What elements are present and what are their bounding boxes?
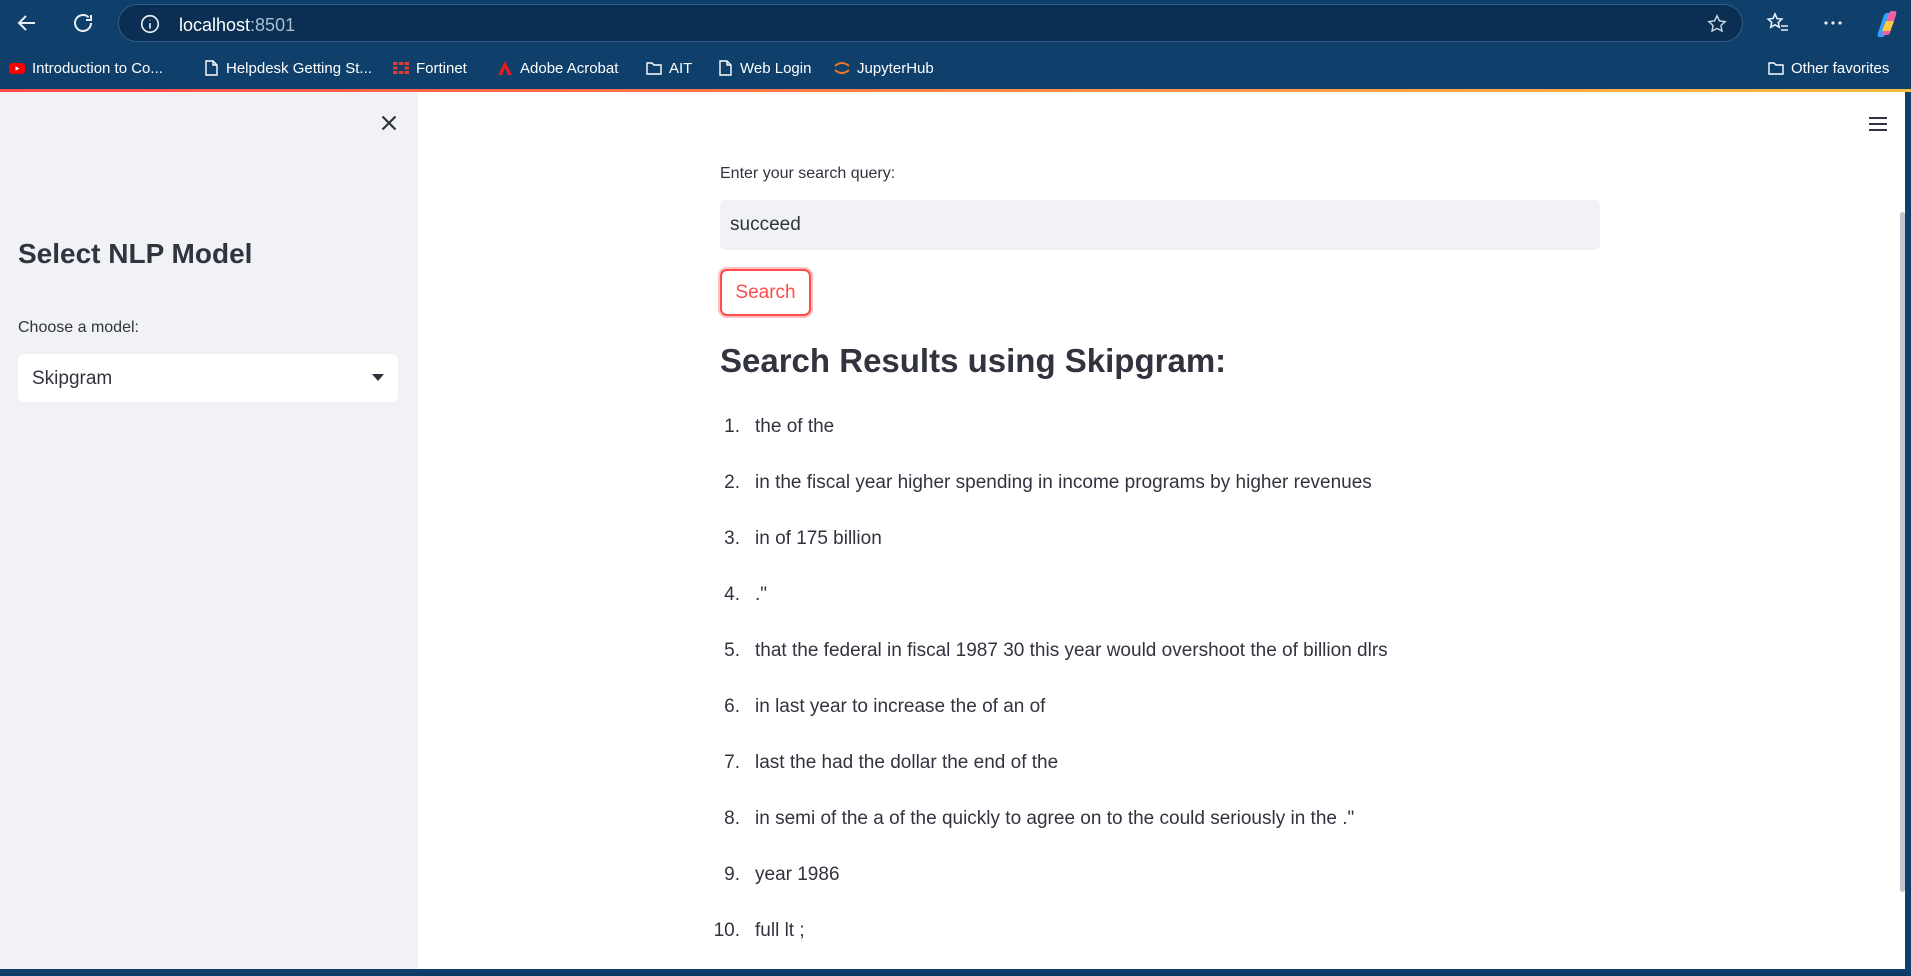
model-select[interactable]: Skipgram: [18, 354, 398, 402]
list-item-number: 10.: [713, 920, 740, 941]
list-item: 2. in the fiscal year higher spending in …: [720, 472, 1600, 528]
list-item-text: year 1986: [755, 864, 840, 885]
list-item: 7. last the had the dollar the end of the: [720, 752, 1600, 808]
list-item: 4. .": [720, 584, 1600, 640]
list-item-text: .": [755, 584, 768, 605]
folder-icon: [1767, 59, 1785, 77]
list-item-number: 7.: [724, 752, 740, 773]
list-item-text: that the federal in fiscal 1987 30 this …: [755, 640, 1388, 661]
list-item-number: 4.: [724, 584, 740, 605]
copilot-icon[interactable]: [1872, 9, 1902, 39]
window-frame-right: [1905, 92, 1911, 973]
list-item: 6. in last year to increase the of an of: [720, 696, 1600, 752]
folder-icon: [645, 59, 663, 77]
sidebar: Select NLP Model Choose a model: Skipgra…: [0, 92, 418, 969]
page-icon: [202, 59, 220, 77]
refresh-icon[interactable]: [66, 6, 100, 40]
bookmark-item[interactable]: Adobe Acrobat: [496, 56, 618, 80]
list-item-text: in the fiscal year higher spending in in…: [755, 472, 1372, 493]
bookmark-item[interactable]: Fortinet: [392, 56, 467, 80]
back-icon[interactable]: [10, 6, 44, 40]
list-item-number: 9.: [724, 864, 740, 885]
jupyter-icon: [833, 59, 851, 77]
site-info-icon[interactable]: [139, 13, 161, 35]
list-item-number: 1.: [724, 416, 740, 437]
results-title: Search Results using Skipgram:: [720, 342, 1227, 379]
list-item-number: 6.: [724, 696, 740, 717]
close-sidebar-icon[interactable]: [376, 110, 402, 136]
list-item: 8. in semi of the a of the quickly to agr…: [720, 808, 1600, 864]
favorite-star-icon[interactable]: [1706, 13, 1728, 35]
bookmarks-bar: Introduction to Co... Helpdesk Getting S…: [0, 52, 1911, 84]
results-list: 1. the of the 2. in the fiscal year higher…: [714, 416, 1600, 976]
list-item-number: 2.: [724, 472, 740, 493]
acrobat-icon: [496, 59, 514, 77]
menu-icon[interactable]: [1866, 112, 1890, 136]
list-item-text: last the had the dollar the end of the: [755, 752, 1059, 773]
list-item-number: 8.: [724, 808, 740, 829]
list-item-text: in of 175 billion: [755, 528, 882, 549]
favorites-icon[interactable]: [1763, 8, 1793, 38]
model-select-value: Skipgram: [32, 368, 113, 389]
bookmark-item[interactable]: Helpdesk Getting St...: [202, 56, 372, 80]
list-item: 3. in of 175 billion: [720, 528, 1600, 584]
search-query-label: Enter your search query:: [720, 165, 896, 182]
bookmark-item[interactable]: AIT: [645, 56, 692, 80]
list-item-text: in last year to increase the of an of: [755, 696, 1046, 717]
streamlit-app: Select NLP Model Choose a model: Skipgra…: [0, 92, 1905, 969]
youtube-icon: [8, 59, 26, 77]
list-item-number: 3.: [724, 528, 740, 549]
bookmark-item[interactable]: JupyterHub: [833, 56, 934, 80]
list-item-text: the of the: [755, 416, 835, 437]
url-text: localhost:8501: [179, 15, 296, 35]
bookmark-item[interactable]: Introduction to Co...: [8, 56, 163, 80]
browser-toolbar: localhost:8501: [0, 0, 1911, 45]
fortinet-icon: [392, 59, 410, 77]
page-icon: [716, 59, 734, 77]
model-select-label: Choose a model:: [18, 319, 139, 336]
list-item-text: full lt ;: [755, 920, 805, 941]
address-bar[interactable]: localhost:8501: [118, 4, 1743, 42]
search-input[interactable]: [720, 200, 1600, 250]
more-options-icon[interactable]: [1818, 8, 1848, 38]
list-item: 9. year 1986: [720, 864, 1600, 920]
list-item: 1. the of the: [720, 416, 1600, 472]
window-frame-bottom: [0, 969, 1911, 973]
search-button[interactable]: Search: [720, 269, 811, 316]
list-item: 10. full lt ;: [714, 920, 1600, 976]
bookmark-item[interactable]: Web Login: [716, 56, 811, 80]
sidebar-title: Select NLP Model: [18, 238, 253, 269]
chevron-down-icon: [372, 374, 384, 381]
list-item-text: in semi of the a of the quickly to agree…: [755, 808, 1355, 829]
other-favorites[interactable]: Other favorites: [1767, 56, 1889, 80]
list-item: 5. that the federal in fiscal 1987 30 thi…: [720, 640, 1600, 696]
list-item-number: 5.: [724, 640, 740, 661]
browser-chrome: localhost:8501 Introduction to Co... Hel…: [0, 0, 1911, 92]
